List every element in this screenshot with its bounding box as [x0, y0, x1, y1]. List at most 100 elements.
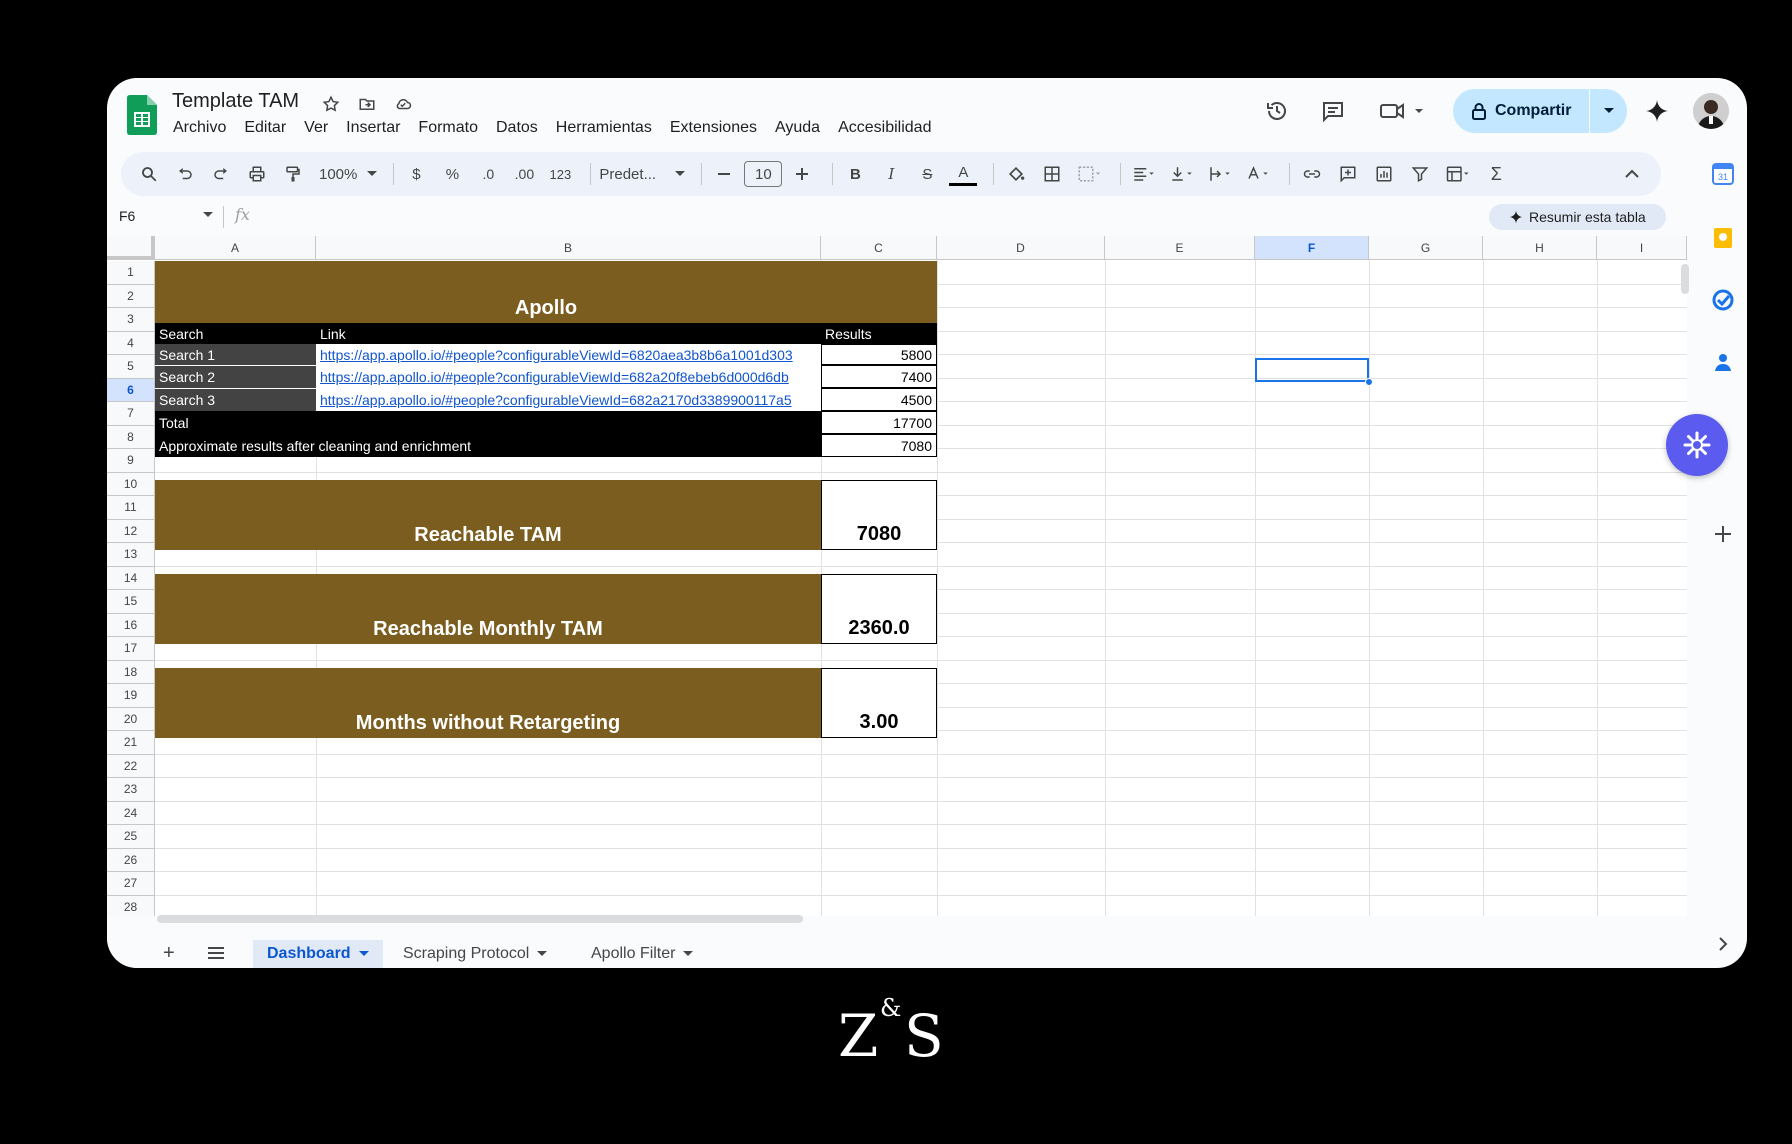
total-label-cell[interactable]: Total [155, 411, 821, 434]
tasks-icon[interactable] [1711, 288, 1735, 312]
all-sheets-icon[interactable] [207, 946, 225, 965]
horizontal-align-icon[interactable] [1129, 159, 1159, 189]
increase-decimals-button[interactable]: .00 [510, 159, 538, 189]
row-header-10[interactable]: 10 [107, 472, 155, 496]
horizontal-scrollbar[interactable] [157, 915, 803, 923]
approx-value-cell[interactable]: 7080 [821, 434, 937, 457]
tab-dashboard[interactable]: Dashboard [253, 940, 383, 968]
row-header-5[interactable]: 5 [107, 355, 155, 379]
menu-datos[interactable]: Datos [496, 119, 538, 137]
column-header-c[interactable]: C [821, 236, 937, 260]
insert-chart-icon[interactable] [1370, 159, 1398, 189]
increase-font-size-icon[interactable] [788, 159, 816, 189]
star-icon[interactable] [319, 92, 343, 116]
row-header-19[interactable]: 19 [107, 684, 155, 708]
fill-color-icon[interactable] [1002, 159, 1030, 189]
search-results-cell[interactable]: 7400 [821, 365, 937, 388]
calendar-icon[interactable]: 31 [1711, 162, 1735, 186]
text-color-button[interactable]: A [949, 162, 978, 186]
undo-icon[interactable] [171, 159, 199, 189]
add-sheet-icon[interactable]: + [163, 942, 175, 965]
text-wrapping-icon[interactable] [1205, 159, 1235, 189]
italic-button[interactable]: I [877, 159, 905, 189]
contacts-icon[interactable] [1711, 350, 1735, 374]
search-name-cell[interactable]: Search 2 [155, 365, 316, 388]
insert-link-icon[interactable] [1298, 159, 1326, 189]
print-icon[interactable] [243, 159, 271, 189]
share-button[interactable]: Compartir [1453, 89, 1627, 133]
column-header-e[interactable]: E [1105, 236, 1255, 260]
column-header-i[interactable]: I [1597, 236, 1687, 260]
row-header-18[interactable]: 18 [107, 660, 155, 684]
column-header-a[interactable]: A [155, 236, 316, 260]
menu-extensiones[interactable]: Extensiones [670, 119, 757, 137]
reachable-tam-value-cell[interactable]: 7080 [821, 480, 937, 550]
menu-formato[interactable]: Formato [418, 119, 478, 137]
column-header-d[interactable]: D [937, 236, 1105, 260]
monthly-tam-value-cell[interactable]: 2360.0 [821, 574, 937, 644]
row-header-8[interactable]: 8 [107, 425, 155, 449]
number-format-button[interactable]: 123 [546, 159, 574, 189]
cloud-status-icon[interactable] [391, 92, 415, 116]
chevron-right-icon[interactable] [1711, 932, 1735, 956]
borders-icon[interactable] [1038, 159, 1066, 189]
menu-archivo[interactable]: Archivo [173, 119, 226, 137]
row-header-2[interactable]: 2 [107, 284, 155, 308]
bold-button[interactable]: B [841, 159, 869, 189]
keep-icon[interactable] [1711, 226, 1735, 250]
row-header-28[interactable]: 28 [107, 895, 155, 916]
vertical-scrollbar[interactable] [1681, 264, 1689, 294]
reachable-tam-label-cell[interactable]: Reachable TAM [155, 480, 821, 550]
summarize-table-button[interactable]: Resumir esta tabla [1489, 204, 1666, 230]
header-search[interactable]: Search [155, 323, 316, 344]
menu-ver[interactable]: Ver [304, 119, 328, 137]
menu-ayuda[interactable]: Ayuda [775, 119, 820, 137]
row-header-11[interactable]: 11 [107, 496, 155, 520]
search-name-cell[interactable]: Search 3 [155, 388, 316, 411]
row-header-14[interactable]: 14 [107, 566, 155, 590]
insert-comment-icon[interactable] [1334, 159, 1362, 189]
decrease-decimals-button[interactable]: .0 [474, 159, 502, 189]
menu-insertar[interactable]: Insertar [346, 119, 400, 137]
name-box-dropdown-icon[interactable] [203, 212, 213, 218]
row-header-7[interactable]: 7 [107, 402, 155, 426]
vertical-align-icon[interactable] [1167, 159, 1197, 189]
column-header-g[interactable]: G [1369, 236, 1483, 260]
total-value-cell[interactable]: 17700 [821, 411, 937, 434]
tab-scraping-protocol[interactable]: Scraping Protocol [389, 940, 561, 968]
row-header-20[interactable]: 20 [107, 707, 155, 731]
select-all-corner[interactable] [107, 236, 155, 260]
zoom-select[interactable]: 100% [319, 159, 378, 189]
search-link-cell[interactable]: https://app.apollo.io/#people?configurab… [316, 344, 821, 365]
approx-label-cell[interactable]: Approximate results after cleaning and e… [155, 434, 821, 457]
meet-icon[interactable] [1377, 95, 1429, 127]
comments-icon[interactable] [1317, 95, 1349, 127]
table-view-icon[interactable] [1442, 159, 1474, 189]
gemini-icon[interactable] [1641, 95, 1673, 127]
months-retargeting-label-cell[interactable]: Months without Retargeting [155, 668, 821, 738]
name-box[interactable]: F6 [119, 208, 213, 224]
text-rotation-icon[interactable] [1243, 159, 1273, 189]
functions-icon[interactable]: Σ [1482, 159, 1510, 189]
font-size-input[interactable]: 10 [744, 161, 783, 187]
row-header-15[interactable]: 15 [107, 590, 155, 614]
fill-handle[interactable] [1365, 378, 1373, 386]
row-header-17[interactable]: 17 [107, 637, 155, 661]
currency-format-button[interactable]: $ [402, 159, 430, 189]
search-results-cell[interactable]: 5800 [821, 344, 937, 365]
version-history-icon[interactable] [1261, 95, 1293, 127]
decrease-font-size-icon[interactable] [710, 159, 738, 189]
row-header-23[interactable]: 23 [107, 778, 155, 802]
row-header-13[interactable]: 13 [107, 543, 155, 567]
row-header-25[interactable]: 25 [107, 825, 155, 849]
column-header-h[interactable]: H [1483, 236, 1597, 260]
sheets-logo-icon[interactable] [127, 95, 157, 135]
row-header-3[interactable]: 3 [107, 308, 155, 332]
filter-icon[interactable] [1406, 159, 1434, 189]
row-header-26[interactable]: 26 [107, 848, 155, 872]
months-retargeting-value-cell[interactable]: 3.00 [821, 668, 937, 738]
percent-format-button[interactable]: % [438, 159, 466, 189]
search-results-cell[interactable]: 4500 [821, 388, 937, 411]
menu-herramientas[interactable]: Herramientas [556, 119, 652, 137]
document-title[interactable]: Template TAM [172, 90, 299, 113]
